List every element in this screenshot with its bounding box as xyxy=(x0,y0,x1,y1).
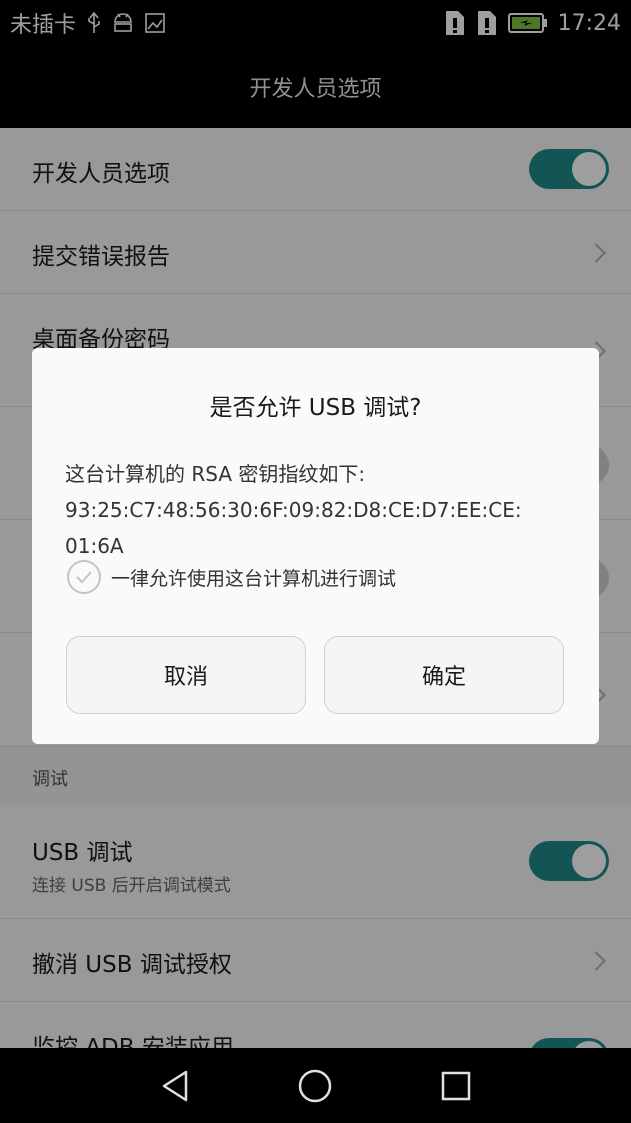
always-allow-checkbox[interactable] xyxy=(67,560,101,594)
rsa-fingerprint-line-2: 01:6A xyxy=(65,534,124,558)
always-allow-label: 一律允许使用这台计算机进行调试 xyxy=(111,567,397,590)
recent-apps-icon[interactable] xyxy=(438,1068,474,1104)
home-icon[interactable] xyxy=(297,1068,333,1104)
rsa-fingerprint-line-1: 93:25:C7:48:56:30:6F:09:82:D8:CE:D7:EE:C… xyxy=(65,498,522,522)
check-icon xyxy=(76,571,92,584)
dialog-title: 是否允许 USB 调试? xyxy=(209,395,422,421)
always-allow-checkbox-row[interactable]: 一律允许使用这台计算机进行调试 xyxy=(67,560,396,594)
usb-debug-dialog: 是否允许 USB 调试? 这台计算机的 RSA 密钥指纹如下: 93:25:C7… xyxy=(32,348,599,744)
back-icon[interactable] xyxy=(158,1068,194,1104)
navigation-bar xyxy=(0,1048,631,1123)
ok-button[interactable]: 确定 xyxy=(324,636,564,714)
cancel-button[interactable]: 取消 xyxy=(66,636,306,714)
dialog-body-line-1: 这台计算机的 RSA 密钥指纹如下: xyxy=(65,462,366,486)
dialog-body: 这台计算机的 RSA 密钥指纹如下: 93:25:C7:48:56:30:6F:… xyxy=(65,456,565,564)
